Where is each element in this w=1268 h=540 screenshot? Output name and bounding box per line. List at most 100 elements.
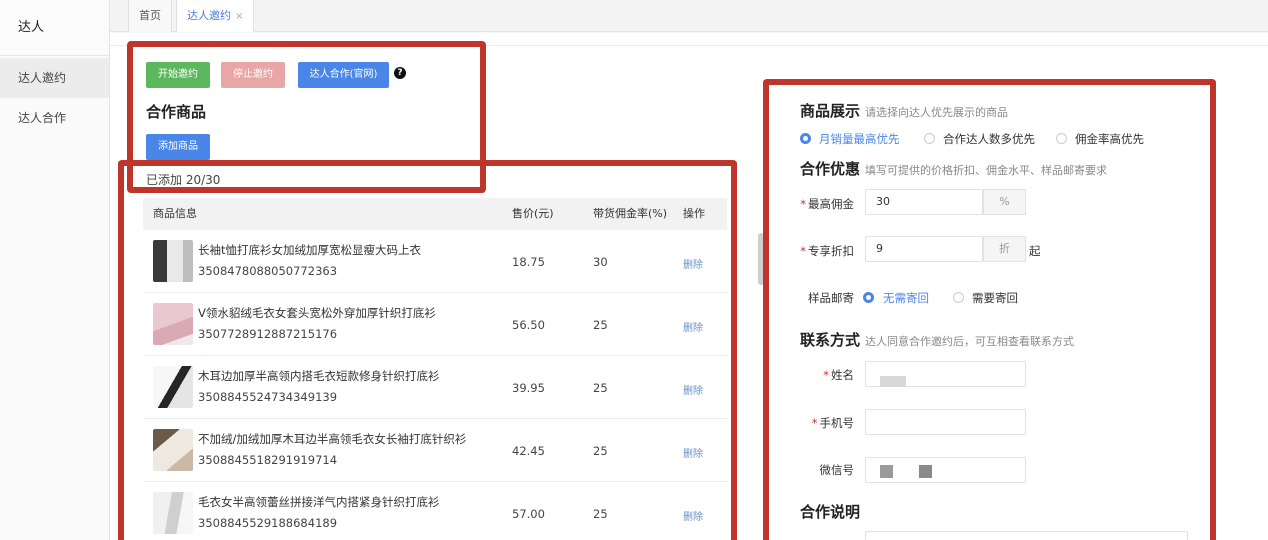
product-name: 不加绒/加绒加厚木耳边半高领毛衣女长袖打底针织衫 bbox=[198, 432, 467, 446]
commission-unit: % bbox=[983, 189, 1026, 215]
wechat-label: 微信号 bbox=[819, 463, 855, 477]
discount-input[interactable]: 9 bbox=[865, 236, 983, 262]
product-thumbnail bbox=[153, 240, 193, 282]
product-thumbnail bbox=[153, 366, 193, 408]
phone-label: * 手机号 bbox=[800, 415, 854, 431]
sidebar-header: 达人 bbox=[0, 0, 109, 56]
commission-label-text: 最高佣金 bbox=[808, 197, 854, 211]
tab-home-label: 首页 bbox=[139, 9, 161, 22]
showcase-hint: 请选择向达人优先展示的商品 bbox=[865, 106, 1008, 119]
product-rate: 30 bbox=[593, 255, 608, 269]
start-invite-button[interactable]: 开始邀约 bbox=[146, 62, 210, 88]
discount-label-text: 专享折扣 bbox=[808, 244, 854, 258]
product-rate: 25 bbox=[593, 507, 608, 521]
radio-label-creators-first: 合作达人数多优先 bbox=[943, 132, 1035, 146]
product-thumbnail bbox=[153, 429, 193, 471]
discount-suffix: 起 bbox=[1029, 244, 1041, 258]
delete-link[interactable]: 删除 bbox=[683, 508, 703, 523]
required-mark: * bbox=[800, 197, 806, 211]
product-name: 毛衣女半高领蕾丝拼接洋气内搭紧身针织打底衫 bbox=[198, 495, 440, 509]
product-rate: 25 bbox=[593, 381, 608, 395]
offer-title: 合作优惠 bbox=[800, 160, 861, 178]
required-mark: * bbox=[823, 368, 829, 382]
notes-textarea[interactable] bbox=[865, 531, 1188, 540]
contact-title: 联系方式 bbox=[800, 331, 861, 349]
add-product-button[interactable]: 添加商品 bbox=[146, 134, 210, 160]
table-header: 商品信息 售价(元) 带货佣金率(%) 操作 bbox=[143, 198, 727, 230]
product-id: 3507728912887215176 bbox=[198, 327, 338, 341]
phone-input[interactable] bbox=[865, 409, 1026, 435]
sidebar-item-cooperation[interactable]: 达人合作 bbox=[0, 98, 109, 138]
sample-label: 样品邮寄 bbox=[808, 291, 854, 305]
delete-link[interactable]: 删除 bbox=[683, 445, 703, 460]
discount-unit: 折 bbox=[983, 236, 1026, 262]
product-name: 长袖t恤打底衫女加绒加厚宽松显瘦大码上衣 bbox=[198, 243, 422, 257]
radio-creators-first[interactable] bbox=[924, 133, 935, 144]
notes-title: 合作说明 bbox=[800, 503, 861, 521]
close-icon[interactable]: × bbox=[235, 11, 243, 22]
sidebar-item-invite[interactable]: 达人邀约 bbox=[0, 58, 109, 98]
discount-label: * 专享折扣 bbox=[800, 243, 854, 259]
product-price: 39.95 bbox=[512, 381, 545, 395]
product-rate: 25 bbox=[593, 444, 608, 458]
added-count: 已添加 20/30 bbox=[146, 173, 221, 187]
radio-label-need-return: 需要寄回 bbox=[972, 291, 1018, 305]
table-row: 长袖t恤打底衫女加绒加厚宽松显瘦大码上衣 3508478088050772363… bbox=[143, 230, 727, 293]
table-row: V领水貂绒毛衣女套头宽松外穿加厚针织打底衫 350772891288721517… bbox=[143, 293, 727, 356]
column-header-info: 商品信息 bbox=[153, 207, 197, 220]
column-header-action: 操作 bbox=[683, 207, 705, 220]
table-row: 不加绒/加绒加厚木耳边半高领毛衣女长袖打底针织衫 350884551829191… bbox=[143, 419, 727, 482]
radio-label-sales-first: 月销量最高优先 bbox=[819, 132, 900, 146]
radio-need-return[interactable] bbox=[953, 292, 964, 303]
tab-invite-label: 达人邀约 bbox=[187, 9, 231, 22]
delete-link[interactable]: 删除 bbox=[683, 319, 703, 334]
product-id: 3508478088050772363 bbox=[198, 264, 338, 278]
redacted-text bbox=[880, 465, 893, 478]
contact-hint: 达人同意合作邀约后，可互相查看联系方式 bbox=[865, 335, 1074, 348]
tab-invite[interactable]: 达人邀约 × bbox=[176, 0, 255, 32]
required-mark: * bbox=[811, 416, 818, 430]
product-price: 42.45 bbox=[512, 444, 545, 458]
radio-label-commission-first: 佣金率高优先 bbox=[1075, 132, 1144, 146]
product-table: 商品信息 售价(元) 带货佣金率(%) 操作 长袖t恤打底衫女加绒加厚宽松显瘦大… bbox=[143, 198, 727, 540]
product-thumbnail bbox=[153, 492, 193, 534]
product-name: 木耳边加厚半高领内搭毛衣短款修身针织打底衫 bbox=[198, 369, 440, 383]
column-header-rate: 带货佣金率(%) bbox=[593, 207, 668, 220]
product-id: 3508845518291919714 bbox=[198, 453, 338, 467]
product-price: 56.50 bbox=[512, 318, 545, 332]
commission-input[interactable]: 30 bbox=[865, 189, 983, 215]
showcase-title: 商品展示 bbox=[800, 102, 861, 120]
offer-hint: 填写可提供的价格折扣、佣金水平、样品邮寄要求 bbox=[865, 164, 1107, 177]
column-header-price: 售价(元) bbox=[512, 207, 554, 220]
product-thumbnail bbox=[153, 303, 193, 345]
delete-link[interactable]: 删除 bbox=[683, 256, 703, 271]
main-content: 开始邀约 停止邀约 达人合作(官网) ? 合作商品 添加商品 已添加 20/30… bbox=[110, 33, 1268, 540]
product-price: 18.75 bbox=[512, 255, 545, 269]
product-price: 57.00 bbox=[512, 507, 545, 521]
help-icon[interactable]: ? bbox=[394, 67, 406, 79]
sidebar: 达人 达人邀约 达人合作 bbox=[0, 0, 110, 540]
stop-invite-button[interactable]: 停止邀约 bbox=[221, 62, 285, 88]
table-row: 木耳边加厚半高领内搭毛衣短款修身针织打底衫 350884552473434913… bbox=[143, 356, 727, 419]
official-cooperation-button[interactable]: 达人合作(官网) bbox=[298, 62, 389, 88]
product-id: 3508845529188684189 bbox=[198, 516, 338, 530]
product-id: 3508845524734349139 bbox=[198, 390, 338, 404]
radio-label-no-return: 无需寄回 bbox=[883, 291, 929, 305]
tab-home[interactable]: 首页 bbox=[128, 0, 172, 32]
redacted-text bbox=[880, 376, 906, 387]
products-title: 合作商品 bbox=[146, 103, 207, 121]
delete-link[interactable]: 删除 bbox=[683, 382, 703, 397]
name-label: * 姓名 bbox=[800, 367, 854, 383]
commission-label: * 最高佣金 bbox=[800, 196, 854, 212]
product-name: V领水貂绒毛衣女套头宽松外穿加厚针织打底衫 bbox=[198, 306, 436, 320]
divider bbox=[110, 45, 1268, 46]
phone-label-text: 手机号 bbox=[819, 416, 855, 430]
scrollbar[interactable] bbox=[758, 233, 764, 285]
radio-no-return[interactable] bbox=[863, 292, 874, 303]
radio-sales-first[interactable] bbox=[800, 133, 811, 144]
required-mark: * bbox=[800, 244, 806, 258]
product-rate: 25 bbox=[593, 318, 608, 332]
table-row: 毛衣女半高领蕾丝拼接洋气内搭紧身针织打底衫 350884552918868418… bbox=[143, 482, 727, 540]
radio-commission-first[interactable] bbox=[1056, 133, 1067, 144]
name-label-text: 姓名 bbox=[831, 368, 854, 382]
